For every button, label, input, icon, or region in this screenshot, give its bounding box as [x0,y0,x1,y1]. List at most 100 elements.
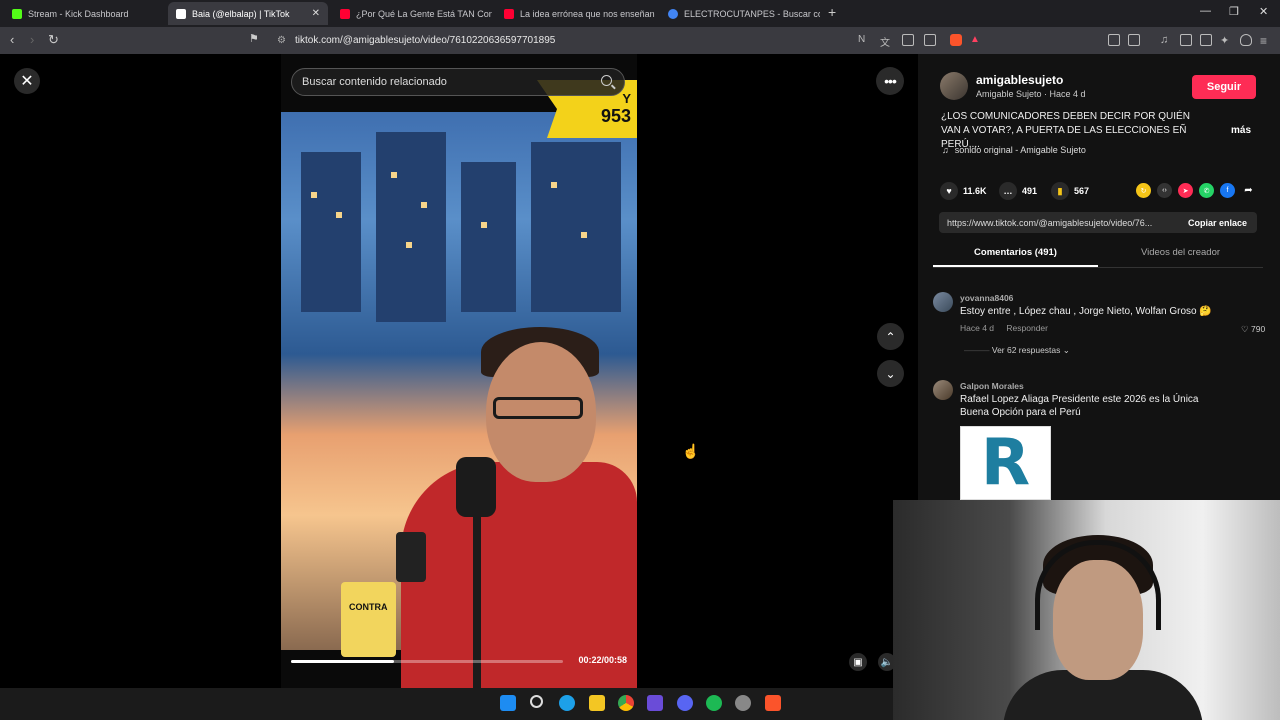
wallet-icon[interactable] [1128,34,1140,46]
brave-icon[interactable] [765,695,781,711]
tab-tiktok[interactable]: Baia (@elbalap) | TikTok ✕ [168,2,328,25]
folder-icon[interactable] [589,695,605,711]
heart-icon[interactable]: ♥ [940,182,958,200]
facebook-icon[interactable]: f [1220,183,1235,198]
comment-stat[interactable]: … 491 [999,182,1037,200]
close-window-button[interactable]: ✕ [1259,5,1268,18]
comment-meta: Hace 4 d Responder [960,323,1058,333]
view-replies-button[interactable]: ——— Ver 62 respuestas ⌄ [964,345,1070,356]
comment-avatar[interactable] [933,380,953,400]
maximize-button[interactable]: ❐ [1229,5,1239,18]
tab-comments[interactable]: Comentarios (491) [933,247,1098,267]
comment-image-letter: R [980,426,1031,500]
wallet-2-icon[interactable] [1200,34,1212,46]
window-light [421,202,427,208]
brave-rewards-icon[interactable]: ▲ [970,34,982,46]
building [461,162,516,312]
next-video-button[interactable]: ⌄ [877,360,904,387]
window-light [311,192,317,198]
banner-number: 953 [600,106,631,126]
extensions-icon[interactable] [1108,34,1120,46]
close-tab-icon[interactable]: ✕ [312,8,320,19]
tab-label: Baia (@elbalap) | TikTok [192,8,290,19]
discord-icon[interactable] [677,695,693,711]
embed-icon[interactable]: ‹› [1157,183,1172,198]
tab-creator-videos[interactable]: Videos del creador [1098,247,1263,267]
bookmark-icon[interactable]: ▮ [1051,182,1069,200]
translate-icon[interactable]: 文 [880,34,892,49]
more-description-link[interactable]: más [1231,125,1251,136]
google-icon [668,8,678,19]
edge-icon[interactable] [559,695,575,711]
tab-youtube-2[interactable]: La idea errónea que nos enseñan sob [496,2,656,25]
chrome-icon[interactable] [618,695,634,711]
tab-label: La idea errónea que nos enseñan sob [520,8,656,19]
related-search-input[interactable]: Buscar contenido relacionado [291,68,625,96]
menu-icon[interactable]: ≡ [1260,34,1272,48]
window-light [406,242,412,248]
sound-link[interactable]: ♫ sonido original - Amigable Sujeto [942,145,1086,155]
search-icon[interactable] [601,75,612,86]
follow-button[interactable]: Seguir [1192,75,1256,99]
glasses [493,397,583,419]
progress-bar[interactable] [291,660,563,663]
share-link-text: https://www.tiktok.com/@amigablesujeto/v… [947,217,1153,228]
forward-button[interactable]: › [30,32,34,47]
taskbar-search-icon[interactable] [530,695,543,708]
obs-icon[interactable] [735,695,751,711]
comment-heart-icon[interactable]: ♡ [1241,324,1249,334]
comment-icon[interactable]: … [999,182,1017,200]
youtube-icon [504,8,514,19]
view-replies-label: Ver 62 respuestas [991,345,1061,355]
tiktok-icon [176,8,186,19]
media-icon[interactable]: ♫ [1160,34,1172,46]
tab-divider [933,267,1263,268]
pip-icon[interactable]: ▣ [849,653,867,671]
reload-button[interactable]: ↻ [48,32,59,48]
comment-image[interactable]: R [960,426,1051,500]
url-text: tiktok.com/@amigablesujeto/video/7610220… [295,35,556,46]
site-info-icon[interactable]: ⚙ [277,35,286,46]
share-icon[interactable] [924,34,936,46]
tab-google[interactable]: ELECTROCUTANPES - Buscar con Goo [660,2,820,25]
new-tab-button[interactable]: + [828,4,836,20]
comment-likes[interactable]: ♡ 790 [1241,324,1265,335]
building [301,152,361,312]
video-player[interactable]: CONTRA Y 953 00:22/00:58 [281,54,637,688]
minimize-button[interactable]: — [1200,5,1211,17]
tab-kick[interactable]: Stream - Kick Dashboard [4,2,164,25]
save-stat[interactable]: ▮ 567 [1051,182,1089,200]
bookmark-icon[interactable]: ⚑ [249,32,259,45]
cast-icon[interactable] [902,34,914,46]
back-button[interactable]: ‹ [10,32,14,47]
more-options-button[interactable]: ••• [876,67,904,95]
reader-icon[interactable]: N [858,34,870,46]
tab-bar: Stream - Kick Dashboard Baia (@elbalap) … [0,0,1280,27]
share-arrow-icon[interactable]: ➦ [1241,183,1256,198]
whatsapp-icon[interactable]: ✆ [1199,183,1214,198]
tab-youtube-1[interactable]: ¿Por Qué La Gente Está TAN Confiad [332,2,492,25]
comment-avatar[interactable] [933,292,953,312]
like-stat[interactable]: ♥ 11.6K [940,182,987,200]
repost-icon[interactable]: ↻ [1136,183,1151,198]
comment-username[interactable]: yovanna8406 [960,293,1013,303]
spotify-icon[interactable] [706,695,722,711]
close-video-button[interactable]: ✕ [14,68,40,94]
previous-video-button[interactable]: ⌃ [877,323,904,350]
banner-letter: Y [622,91,631,106]
author-subline: Amigable Sujeto · Hace 4 d [976,89,1086,99]
start-icon[interactable] [500,695,516,711]
share-link-field[interactable]: https://www.tiktok.com/@amigablesujeto/v… [939,212,1257,233]
brave-shield-icon[interactable] [950,34,962,46]
sidebar-icon[interactable] [1180,34,1192,46]
avatar[interactable] [940,72,968,100]
comment-text: Rafael Lopez Aliaga Presidente este 2026… [960,394,1199,418]
apps-icon[interactable] [647,695,663,711]
comment-username[interactable]: Galpon Morales [960,381,1024,391]
author-username[interactable]: amigablesujeto [976,73,1063,87]
vpn-icon[interactable] [1240,34,1252,46]
reply-button[interactable]: Responder [1006,323,1048,333]
send-icon[interactable]: ➤ [1178,183,1193,198]
copy-link-button[interactable]: Copiar enlace [1188,218,1247,228]
leo-icon[interactable]: ✦ [1220,34,1232,47]
